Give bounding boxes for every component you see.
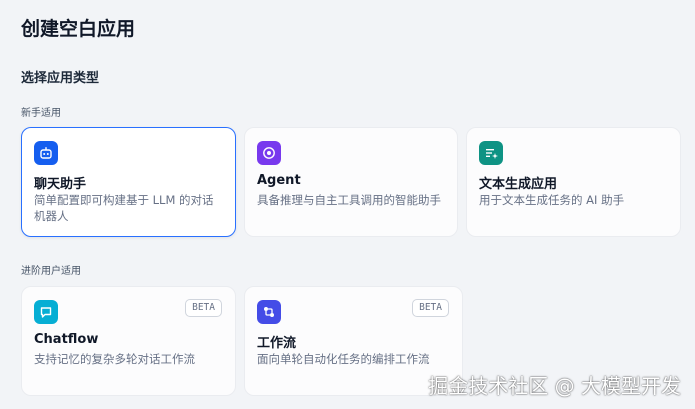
card-description: 具备推理与自主工具调用的智能助手 (257, 193, 441, 207)
dialog-title: 创建空白应用 (21, 18, 136, 40)
chat-bot-icon (34, 141, 58, 165)
card-agent[interactable]: Agent 具备推理与自主工具调用的智能助手 (244, 127, 458, 237)
section-title: 选择应用类型 (21, 71, 100, 86)
beta-badge: BETA (412, 299, 449, 317)
card-description: 用于文本生成任务的 AI 助手 (479, 193, 625, 207)
card-text-generation[interactable]: 文本生成应用 用于文本生成任务的 AI 助手 (466, 127, 681, 237)
card-name: Chatflow (34, 332, 99, 347)
card-chatflow[interactable]: BETA Chatflow 支持记忆的复杂多轮对话工作流 (21, 286, 236, 396)
text-generation-icon (479, 141, 503, 165)
card-chat-assistant[interactable]: 聊天助手 简单配置即可构建基于 LLM 的对话机器人 (21, 127, 236, 237)
card-name: 工作流 (257, 336, 297, 351)
agent-icon (257, 141, 281, 165)
card-name: Agent (257, 173, 301, 188)
group-label-advanced: 进阶用户适用 (21, 266, 81, 277)
workflow-icon (257, 300, 281, 324)
card-description: 支持记忆的复杂多轮对话工作流 (34, 352, 195, 366)
card-name: 聊天助手 (34, 177, 87, 192)
card-description: 简单配置即可构建基于 LLM 的对话机器人 (34, 193, 214, 223)
watermark: 掘金技术社区 @ 大模型开发 (428, 374, 681, 398)
chatflow-icon (34, 300, 58, 324)
card-description: 面向单轮自动化任务的编排工作流 (257, 352, 430, 366)
beta-badge: BETA (185, 299, 222, 317)
group-label-beginner: 新手适用 (21, 108, 61, 119)
card-name: 文本生成应用 (479, 177, 558, 192)
